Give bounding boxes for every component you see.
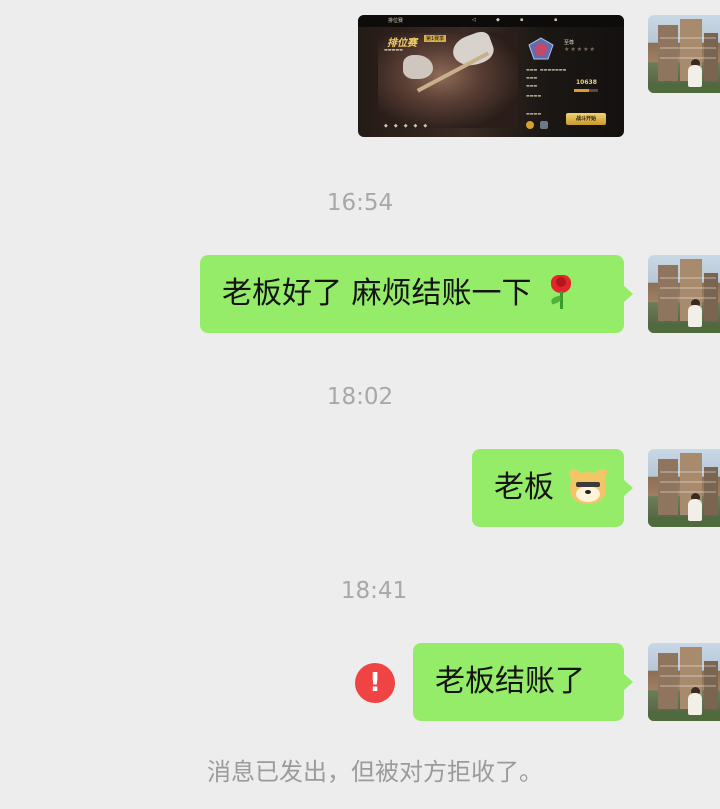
avatar[interactable] bbox=[648, 449, 720, 527]
message-bubble[interactable]: 老板好了 麻烦结账一下 bbox=[200, 255, 633, 333]
rank-points: 10638 bbox=[576, 79, 597, 86]
avatar[interactable] bbox=[648, 15, 720, 93]
game-season-badge: 第1赛季 bbox=[424, 35, 447, 42]
rank-stars: ★★★★★ bbox=[564, 46, 596, 53]
game-topbar-label: 排位赛 bbox=[388, 18, 404, 24]
message-bubble[interactable]: 老板结账了 bbox=[413, 643, 633, 721]
send-failed-icon[interactable]: ! bbox=[355, 663, 395, 703]
avatar[interactable] bbox=[648, 643, 720, 721]
message-text: 老板好了 麻烦结账一下 bbox=[222, 276, 532, 311]
message-bubble[interactable]: 老板 bbox=[472, 449, 633, 527]
system-notice: 消息已发出，但被对方拒收了。 bbox=[207, 758, 543, 786]
rose-icon bbox=[547, 273, 575, 311]
avatar[interactable] bbox=[648, 255, 720, 333]
timestamp: 18:02 bbox=[326, 384, 394, 410]
game-start-button: 战斗开始 bbox=[566, 113, 606, 125]
rank-label: 至尊 bbox=[564, 40, 575, 46]
image-message-game-screenshot[interactable]: 排位赛 ◁ ◆ ▪ ▪ 排位赛 第1赛季 ▬▬▬▬▬ 至尊 ★★★★★ ▬▬▬ … bbox=[358, 15, 624, 137]
message-text: 老板结账了 bbox=[435, 664, 585, 699]
rank-emblem-icon bbox=[528, 37, 554, 60]
message-text: 老板 bbox=[494, 470, 554, 505]
timestamp: 16:54 bbox=[326, 190, 394, 216]
dog-icon bbox=[567, 466, 608, 506]
timestamp: 18:41 bbox=[340, 578, 408, 604]
